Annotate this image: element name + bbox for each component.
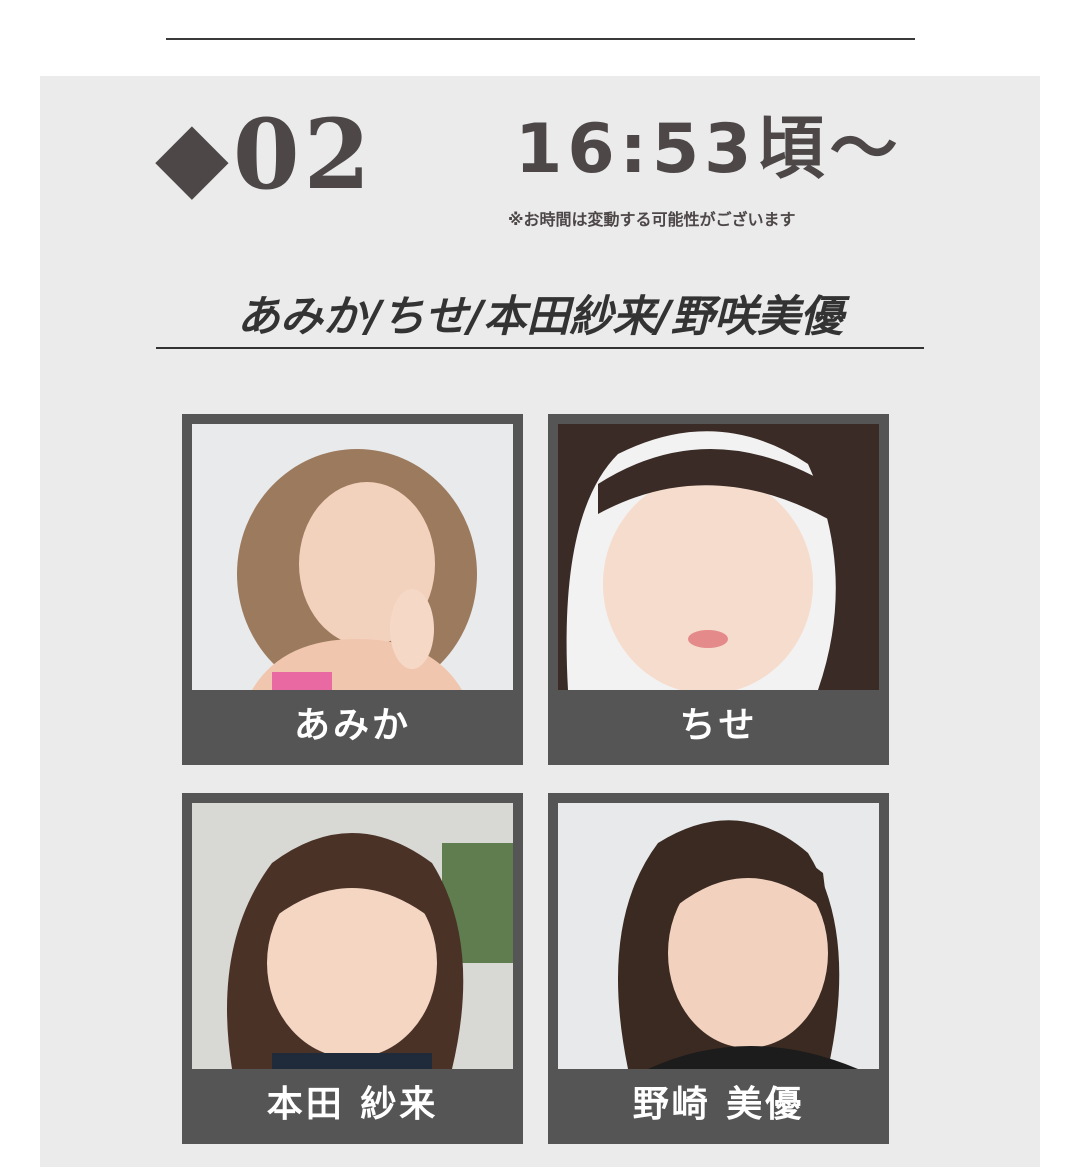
portrait-photo-icon <box>192 424 513 690</box>
performer-name: 本田 紗来 <box>266 1084 439 1125</box>
lineup-underline <box>156 347 924 349</box>
performer-card-3[interactable]: 本田 紗来 <box>182 793 523 1144</box>
performer-card-2[interactable]: ちせ <box>548 414 889 765</box>
portrait-photo-icon <box>558 803 879 1069</box>
performer-name: あみか <box>293 705 411 746</box>
performer-card-4[interactable]: 野崎 美優 <box>548 793 889 1144</box>
slot-number: ◆02 <box>155 98 375 211</box>
slot-time: 16:53頃〜 <box>515 110 903 189</box>
top-divider <box>166 38 915 40</box>
portrait-photo-icon <box>558 424 879 690</box>
lineup-title: あみか/ちせ/本田紗来/野咲美優 <box>236 292 844 342</box>
performer-name: ちせ <box>679 705 758 746</box>
portrait-photo-icon <box>192 803 513 1069</box>
performer-card-1[interactable]: あみか <box>182 414 523 765</box>
performer-name: 野崎 美優 <box>632 1084 805 1125</box>
time-change-note: ※お時間は変動する可能性がございます <box>508 210 796 229</box>
